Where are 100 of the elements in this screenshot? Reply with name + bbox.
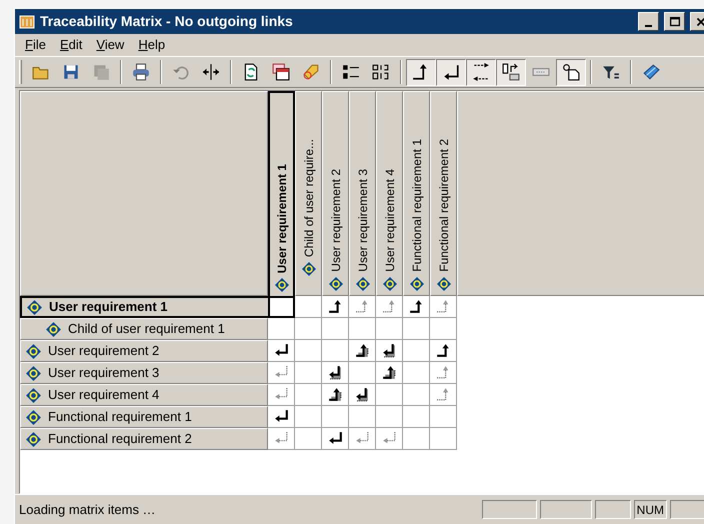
matrix-cell[interactable] [430, 384, 457, 406]
matrix-cell[interactable] [349, 318, 376, 340]
toolbar-button[interactable] [556, 58, 586, 86]
matrix-cell[interactable] [322, 318, 349, 340]
toolbar-button[interactable] [496, 58, 526, 86]
matrix-cell[interactable] [268, 428, 295, 450]
column-header[interactable]: Functional requirement 2 [430, 91, 457, 296]
matrix-cell[interactable] [403, 428, 430, 450]
matrix-cell[interactable] [268, 362, 295, 384]
matrix-cell[interactable] [349, 406, 376, 428]
status-panel [670, 500, 704, 519]
row-header[interactable]: User requirement 4 [20, 384, 268, 406]
refresh-document-icon [242, 63, 260, 81]
matrix-cell[interactable] [295, 362, 322, 384]
double-arrow-icon [354, 386, 370, 403]
toolbar-button[interactable] [436, 58, 466, 86]
requirement-icon [25, 386, 42, 404]
requirement-icon [25, 430, 42, 448]
matrix-cell[interactable] [376, 340, 403, 362]
column-header[interactable]: User requirement 1 [268, 91, 295, 296]
matrix-cell[interactable] [349, 362, 376, 384]
status-panel [594, 500, 631, 519]
minimize-button[interactable] [638, 12, 659, 31]
matrix-cell[interactable] [376, 318, 403, 340]
matrix-cell[interactable] [295, 406, 322, 428]
row-header[interactable]: Functional requirement 2 [20, 428, 268, 450]
column-header[interactable]: User requirement 3 [349, 91, 376, 296]
requirement-icon [274, 277, 290, 293]
status-panel [540, 500, 592, 519]
matrix-cell[interactable] [349, 340, 376, 362]
matrix-cell[interactable] [430, 318, 457, 340]
matrix-cell[interactable] [376, 296, 403, 318]
window-icon [272, 63, 290, 81]
row-header[interactable]: User requirement 2 [20, 340, 268, 362]
matrix-cell[interactable] [430, 406, 457, 428]
menu-item[interactable]: Edit [54, 34, 88, 56]
toolbar-button[interactable] [406, 58, 436, 86]
maximize-button[interactable] [664, 12, 685, 31]
column-header[interactable]: User requirement 4 [376, 91, 403, 296]
column-header[interactable]: Child of user require... [295, 91, 322, 296]
minimize-icon [645, 25, 652, 27]
matrix-cell[interactable] [349, 296, 376, 318]
matrix-cell[interactable] [268, 340, 295, 362]
matrix-cell[interactable] [295, 340, 322, 362]
window-title: Traceability Matrix - No outgoing links [40, 12, 294, 31]
toolbar-button[interactable] [466, 58, 496, 86]
matrix-cell[interactable] [322, 362, 349, 384]
matrix-cell[interactable] [295, 384, 322, 406]
double-arrow-icon [380, 364, 398, 381]
matrix-cell[interactable] [322, 340, 349, 362]
matrix-cell[interactable] [430, 296, 457, 318]
matrix-cell[interactable] [376, 384, 403, 406]
matrix-cell[interactable] [376, 428, 403, 450]
matrix-cell[interactable] [349, 384, 376, 406]
matrix-cell[interactable] [268, 406, 295, 428]
double-arrow-icon [380, 342, 398, 359]
menu-item[interactable]: File [19, 34, 52, 56]
matrix-cell[interactable] [322, 428, 349, 450]
maximize-icon [668, 14, 682, 28]
up-arrow-icon [434, 342, 452, 359]
matrix-cell[interactable] [322, 406, 349, 428]
matrix-cell[interactable] [430, 362, 457, 384]
matrix-cell[interactable] [430, 428, 457, 450]
matrix-cell[interactable] [322, 296, 349, 318]
matrix-cell[interactable] [295, 428, 322, 450]
row-header[interactable]: User requirement 1 [20, 296, 268, 318]
matrix-cell[interactable] [403, 340, 430, 362]
matrix-cell[interactable] [403, 362, 430, 384]
matrix-cell[interactable] [376, 406, 403, 428]
requirement-icon [26, 298, 43, 316]
save-all-icon [92, 63, 110, 81]
matrix-cell[interactable] [376, 362, 403, 384]
column-header[interactable]: User requirement 2 [322, 91, 349, 296]
list-numbering-icon [342, 63, 360, 81]
menu-item[interactable]: View [90, 34, 130, 56]
matrix-cell[interactable] [403, 384, 430, 406]
up-arrow-icon [408, 298, 424, 315]
row-header[interactable]: Functional requirement 1 [20, 406, 268, 428]
row-header[interactable]: Child of user requirement 1 [20, 318, 268, 340]
matrix-cell[interactable] [268, 296, 295, 318]
column-header[interactable]: Functional requirement 1 [403, 91, 430, 296]
matrix-cell[interactable] [268, 318, 295, 340]
matrix-cell[interactable] [349, 428, 376, 450]
matrix-cell[interactable] [403, 296, 430, 318]
row-header[interactable]: User requirement 3 [20, 362, 268, 384]
matrix-cell[interactable] [295, 296, 322, 318]
menu-item[interactable]: Help [132, 34, 172, 56]
matrix-cell[interactable] [430, 340, 457, 362]
status-panel [482, 500, 537, 519]
matrix-cell[interactable] [268, 384, 295, 406]
matrix-cell[interactable] [295, 318, 322, 340]
matrix-cell[interactable] [322, 384, 349, 406]
split-icon [202, 63, 220, 81]
requirement-icon [354, 276, 370, 292]
save-icon [62, 63, 80, 81]
double-arrow-icon [472, 63, 490, 81]
double-arrow-icon [354, 342, 370, 359]
matrix-cell[interactable] [403, 318, 430, 340]
requirement-icon [25, 342, 42, 360]
matrix-cell[interactable] [403, 406, 430, 428]
